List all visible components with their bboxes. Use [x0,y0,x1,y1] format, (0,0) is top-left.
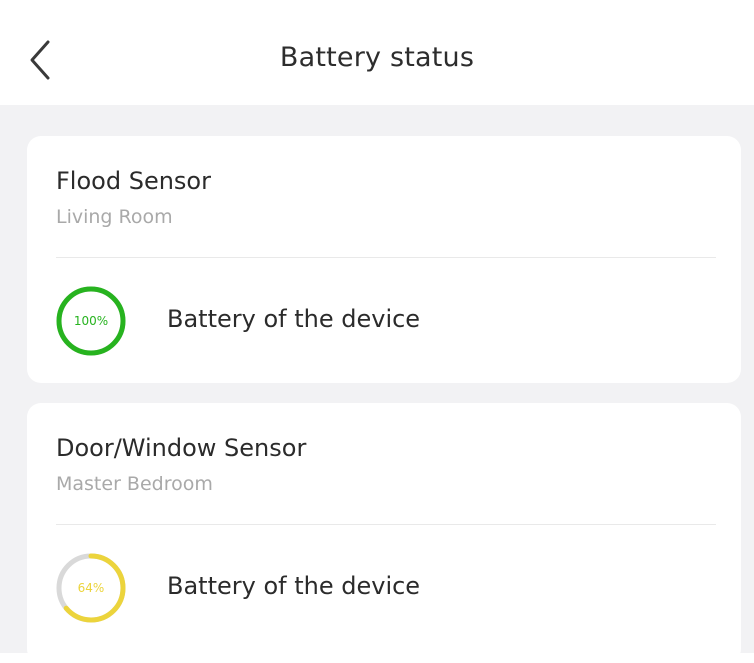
header-bar: Battery status [0,0,754,105]
divider [56,524,716,525]
battery-percent: 64% [77,581,105,595]
device-room: Master Bedroom [56,473,213,495]
device-name: Door/Window Sensor [56,434,307,462]
device-list: Flood Sensor Living Room 100% Battery of… [0,105,754,663]
device-card[interactable]: Flood Sensor Living Room 100% Battery of… [27,136,741,383]
battery-row: 100% Battery of the device [53,283,721,359]
divider [56,257,716,258]
battery-row: 64% Battery of the device [53,550,721,626]
battery-ring: 100% [53,283,129,359]
battery-percent: 100% [73,314,109,328]
page-title: Battery status [279,42,475,73]
battery-ring: 64% [53,550,129,626]
battery-label: Battery of the device [167,305,421,333]
device-room: Living Room [56,206,173,228]
device-card[interactable]: Door/Window Sensor Master Bedroom 64% Ba… [27,403,741,663]
device-name: Flood Sensor [56,167,211,195]
battery-label: Battery of the device [167,572,421,600]
